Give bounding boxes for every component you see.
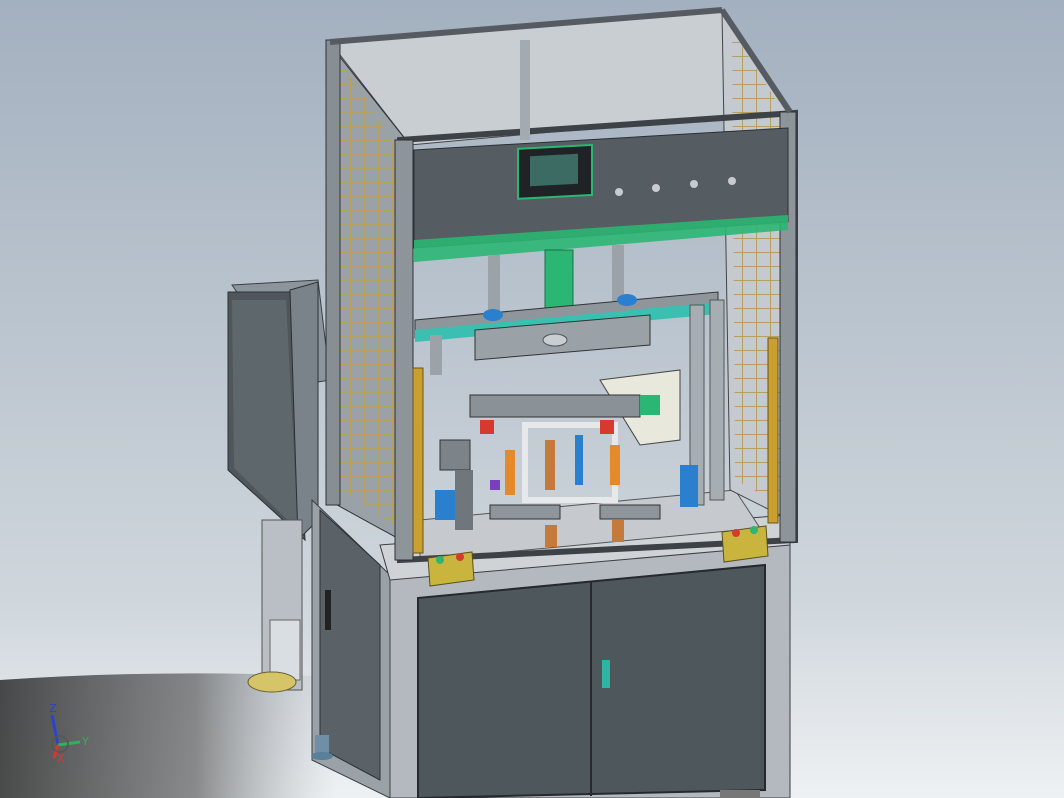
z-axis-label: Z bbox=[49, 702, 57, 715]
start-button-right bbox=[721, 525, 769, 563]
x-axis-label: X bbox=[57, 752, 65, 765]
y-axis-label: Y bbox=[81, 735, 89, 748]
machine-render: Z Y X bbox=[0, 0, 1064, 798]
light-curtain-right bbox=[767, 337, 779, 524]
cad-viewport[interactable]: Z Y X bbox=[0, 0, 1064, 798]
start-button-left bbox=[427, 551, 475, 587]
light-curtain-left bbox=[412, 367, 424, 554]
